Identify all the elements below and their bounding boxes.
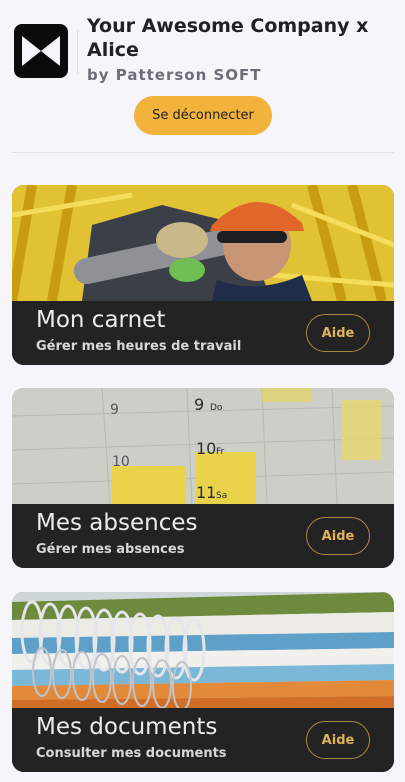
card-info-bar: Mon carnet Gérer mes heures de travail A… [12, 301, 394, 365]
card-info-bar: Mes absences Gérer mes absences Aide [12, 504, 394, 568]
help-button[interactable]: Aide [306, 314, 370, 352]
calendar-day: Sa [216, 491, 227, 501]
logout-button[interactable]: Se déconnecter [134, 96, 272, 135]
card-title: Mes absences [36, 510, 198, 536]
calendar-day: 10 [196, 439, 216, 458]
card-title: Mes documents [36, 714, 218, 740]
company-logo [14, 24, 68, 78]
app-header: Your Awesome Company x Alice by Patterso… [0, 0, 405, 152]
help-button[interactable]: Aide [306, 517, 370, 555]
card-subtitle: Gérer mes absences [36, 542, 185, 557]
calendar-day: 11 [196, 483, 216, 502]
help-button[interactable]: Aide [306, 721, 370, 759]
card-mes-documents[interactable]: Mes documents Consulter mes documents Ai… [12, 592, 394, 772]
calendar-day: Do [210, 403, 223, 413]
card-info-bar: Mes documents Consulter mes documents Ai… [12, 708, 394, 772]
card-mes-absences[interactable]: 9 Do 9 10 Fr 10 11 Sa Mes absences Gérer… [12, 388, 394, 568]
worker-photo [12, 185, 394, 301]
company-name: Your Awesome Company x Alice [87, 15, 369, 61]
calendar-day: Fr [216, 447, 225, 457]
calendar-day: 9 [110, 402, 119, 418]
card-title: Mon carnet [36, 307, 166, 333]
card-subtitle: Consulter mes documents [36, 746, 227, 761]
card-subtitle: Gérer mes heures de travail [36, 339, 242, 354]
company-byline: by Patterson SOFT [87, 66, 262, 84]
calendar-photo: 9 Do 9 10 Fr 10 11 Sa [12, 388, 394, 504]
calendar-day: 9 [194, 395, 204, 414]
notebooks-photo [12, 592, 394, 708]
card-mon-carnet[interactable]: Mon carnet Gérer mes heures de travail A… [12, 185, 394, 365]
calendar-day: 10 [112, 454, 130, 470]
logo-divider [77, 30, 78, 74]
header-divider [11, 152, 394, 153]
